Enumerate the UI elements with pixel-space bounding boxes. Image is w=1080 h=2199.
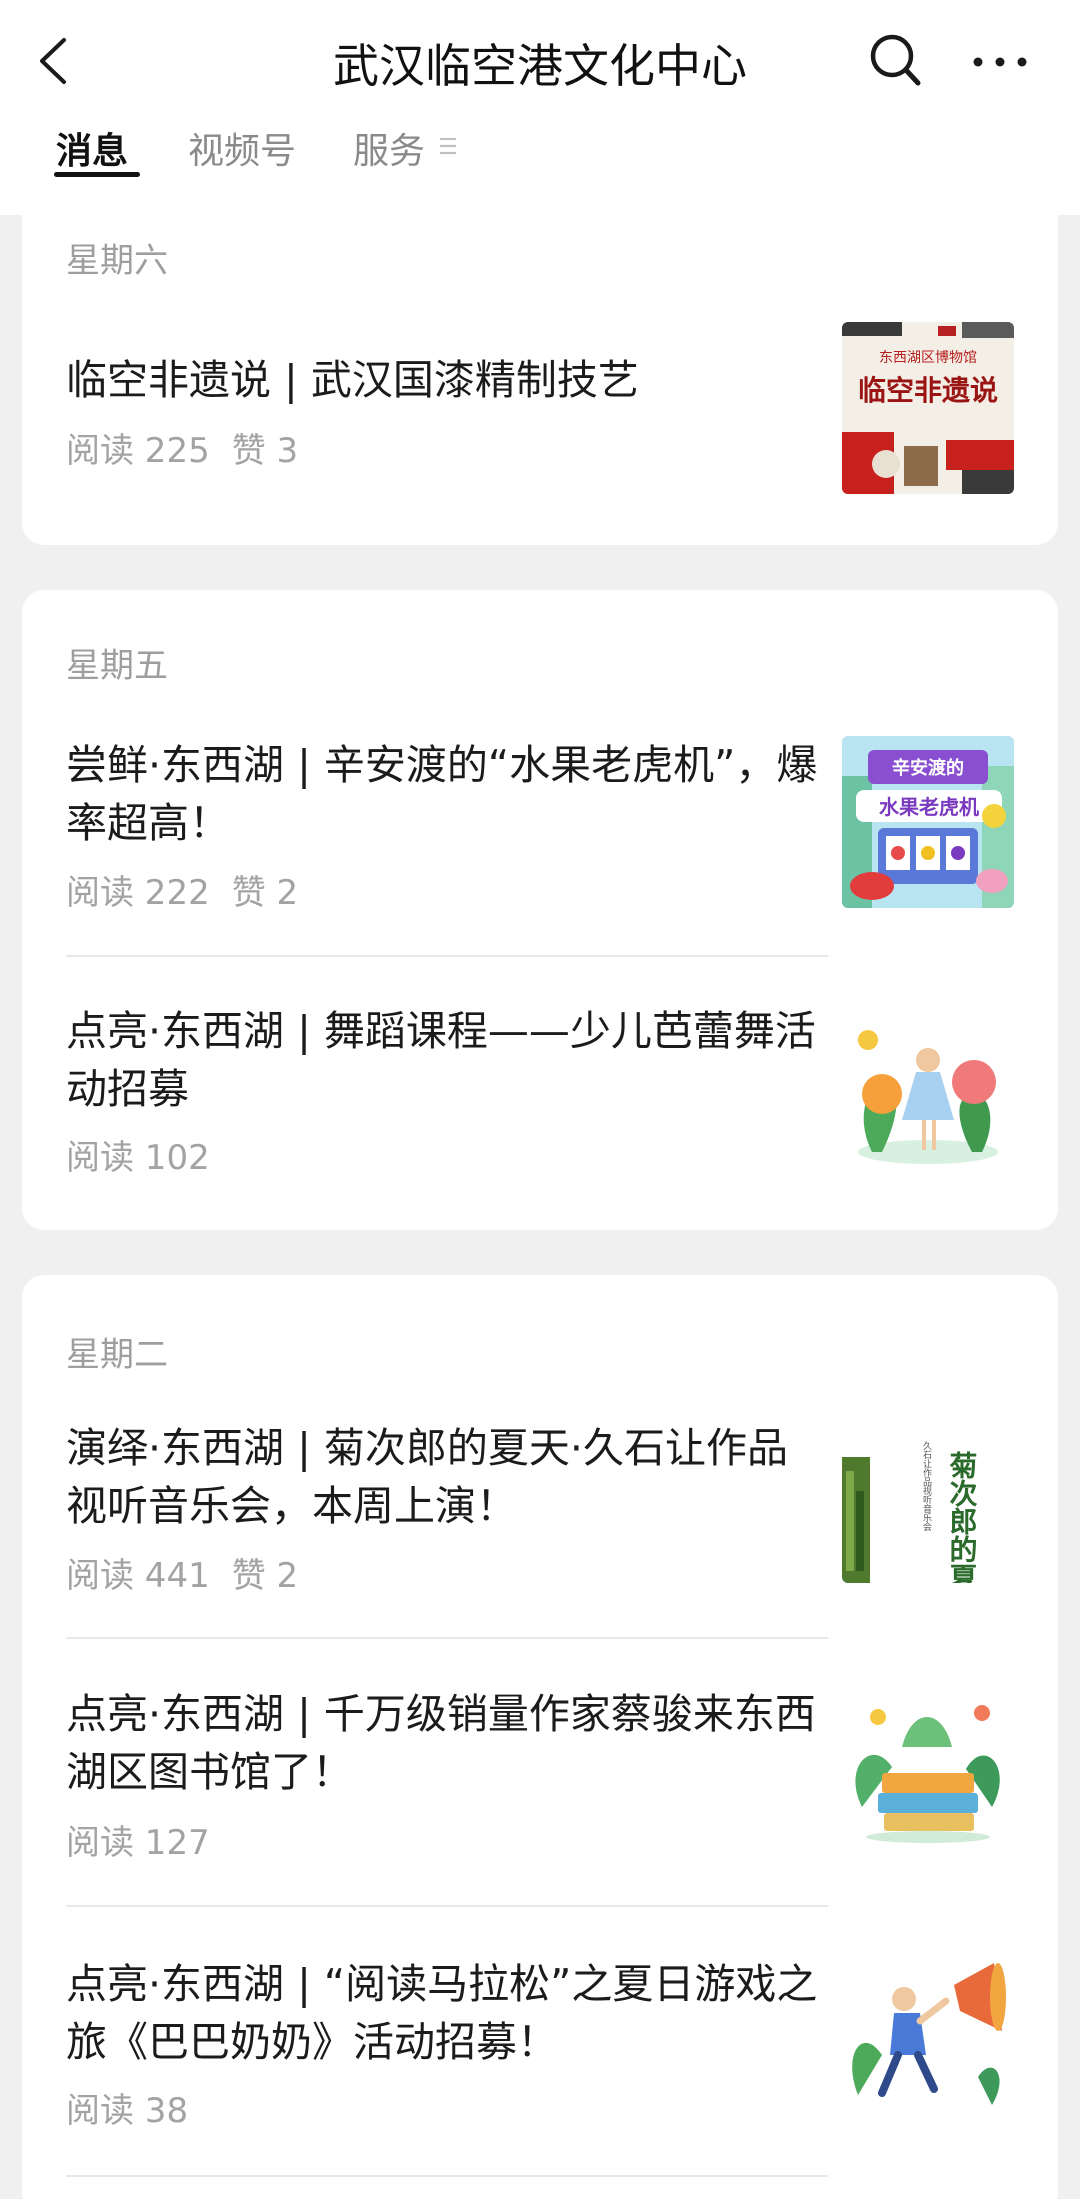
- article-title[interactable]: 点亮·东西湖 | 千万级销量作家蔡骏来东西湖区图书馆了！: [66, 1685, 826, 1801]
- top-bar: 武汉临空港文化中心 消息 视频号 服务: [0, 0, 1080, 215]
- day-label: 星期二: [66, 1335, 168, 1375]
- article-title[interactable]: 临空非遗说 | 武汉国漆精制技艺: [66, 351, 826, 409]
- article-stats: 阅读 441 赞 2: [66, 1548, 320, 1597]
- like-count: 赞 2: [231, 1556, 299, 1596]
- article-title[interactable]: 点亮·东西湖 | 舞蹈课程——少儿芭蕾舞活动招募: [66, 1002, 826, 1118]
- thumb-org-text: 东西湖区博物馆: [879, 349, 977, 366]
- article-thumbnail[interactable]: 东西湖区博物馆 临空非遗说: [842, 322, 1014, 494]
- read-count: 阅读 127: [66, 1823, 210, 1863]
- tab-messages[interactable]: 消息: [56, 122, 128, 174]
- article-stats: 阅读 38: [66, 2083, 210, 2132]
- article-stats: 阅读 225 赞 3: [66, 423, 320, 472]
- day-label: 星期五: [66, 646, 168, 686]
- article-stats: 阅读 222 赞 2: [66, 865, 320, 914]
- article-stats: 阅读 102: [66, 1130, 232, 1179]
- message-card-tuesday: 星期二 演绎·东西湖 | 菊次郎的夏天·久石让作品视听音乐会，本周上演！ 阅读 …: [22, 1275, 1058, 2199]
- article-title[interactable]: 点亮·东西湖 | “阅读马拉松”之夏日游戏之旅《巴巴奶奶》活动招募！: [66, 1955, 826, 2071]
- article-thumbnail[interactable]: [842, 1677, 1014, 1849]
- menu-lines-icon[interactable]: [438, 134, 458, 158]
- thumb-side-text: 久石让作品视听音乐会: [921, 1440, 932, 1532]
- read-count: 阅读 441: [66, 1556, 210, 1596]
- thumb-line2: 水果老虎机: [879, 795, 979, 819]
- divider: [66, 955, 828, 957]
- back-icon[interactable]: [34, 36, 74, 86]
- read-count: 阅读 38: [66, 2091, 189, 2131]
- divider: [66, 1905, 828, 1907]
- article-stats: 阅读 127: [66, 1815, 232, 1864]
- thumb-main-text: 临空非遗说: [858, 374, 998, 407]
- article-title[interactable]: 演绎·东西湖 | 菊次郎的夏天·久石让作品视听音乐会，本周上演！: [66, 1419, 826, 1535]
- message-card-saturday: 星期六 临空非遗说 | 武汉国漆精制技艺 阅读 225 赞 3 东西湖区博物馆 临…: [22, 215, 1058, 545]
- article-title[interactable]: 尝鲜·东西湖 | 辛安渡的“水果老虎机”，爆率超高！: [66, 736, 826, 852]
- divider: [66, 1637, 828, 1639]
- search-icon[interactable]: [868, 32, 922, 88]
- read-count: 阅读 222: [66, 873, 210, 913]
- article-thumbnail[interactable]: [842, 1945, 1014, 2117]
- read-count: 阅读 225: [66, 431, 210, 471]
- tab-channels[interactable]: 视频号: [188, 122, 296, 174]
- page-title: 武汉临空港文化中心: [333, 39, 747, 93]
- tab-active-indicator: [54, 172, 140, 177]
- day-label: 星期六: [66, 241, 168, 281]
- read-count: 阅读 102: [66, 1138, 210, 1178]
- tab-services[interactable]: 服务: [353, 122, 425, 174]
- like-count: 赞 3: [231, 431, 299, 471]
- more-icon[interactable]: [970, 36, 1030, 86]
- divider: [66, 2175, 828, 2177]
- article-thumbnail[interactable]: 菊次郎的夏天 久石让作品视听音乐会: [842, 1411, 1014, 1583]
- like-count: 赞 2: [231, 873, 299, 913]
- article-thumbnail[interactable]: 辛安渡的 水果老虎机: [842, 736, 1014, 908]
- thumb-main-text: 菊次郎的夏天: [946, 1451, 979, 1583]
- thumb-line1: 辛安渡的: [892, 757, 964, 779]
- article-thumbnail[interactable]: [842, 1002, 1014, 1174]
- message-card-friday: 星期五 尝鲜·东西湖 | 辛安渡的“水果老虎机”，爆率超高！ 阅读 222 赞 2…: [22, 590, 1058, 1230]
